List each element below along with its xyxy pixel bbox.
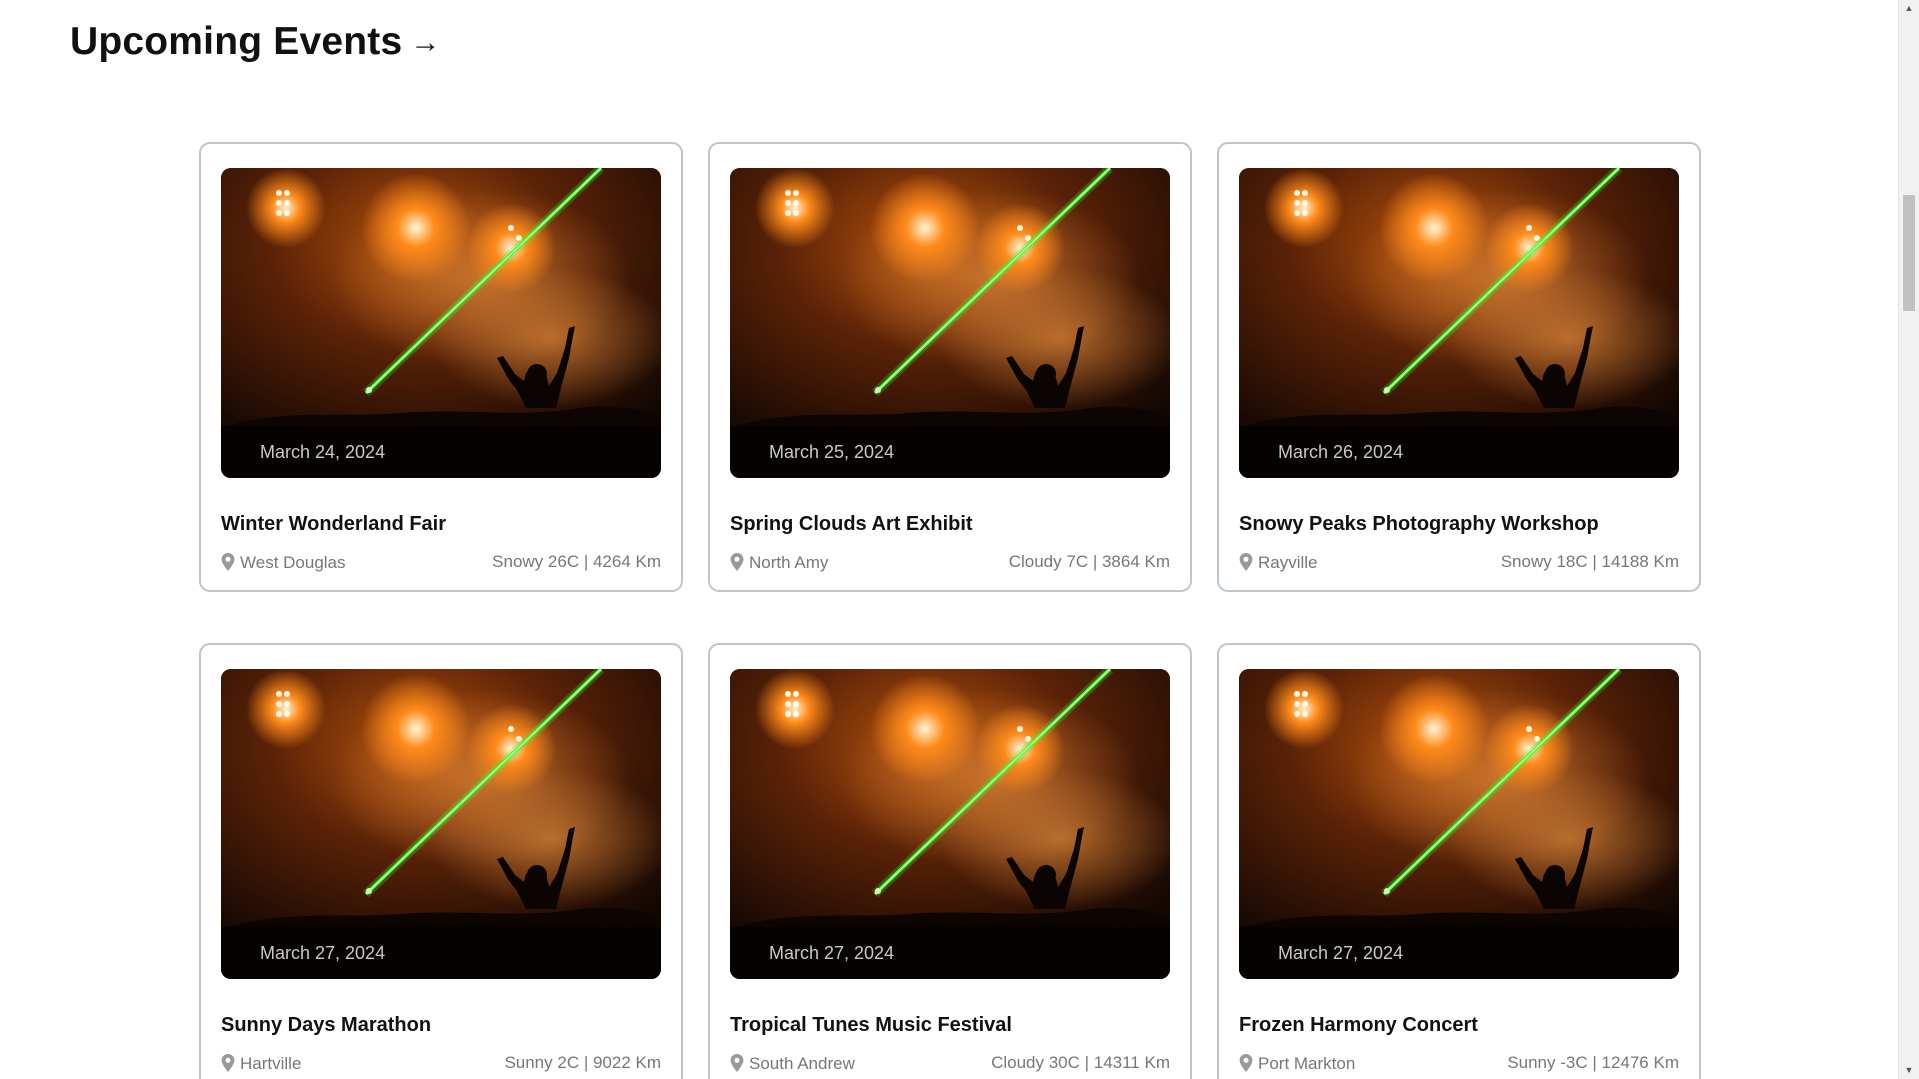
map-pin-icon	[730, 552, 744, 571]
event-image: March 25, 2024	[730, 168, 1170, 478]
vertical-scrollbar[interactable]: ▲ ▼	[1898, 0, 1919, 1079]
event-location-text: Hartville	[240, 1054, 302, 1073]
event-location: South Andrew	[730, 1051, 855, 1074]
map-pin-icon	[730, 1053, 744, 1072]
events-grid: March 24, 2024 Winter Wonderland Fair We…	[199, 142, 1701, 1079]
event-card[interactable]: March 25, 2024 Spring Clouds Art Exhibit…	[708, 142, 1192, 592]
event-card[interactable]: March 24, 2024 Winter Wonderland Fair We…	[199, 142, 683, 592]
event-image: March 27, 2024	[1239, 669, 1679, 979]
event-card[interactable]: March 27, 2024 Frozen Harmony Concert Po…	[1217, 643, 1701, 1079]
event-date-bar: March 27, 2024	[1239, 927, 1679, 979]
event-date-bar: March 27, 2024	[221, 927, 661, 979]
scroll-up-arrow[interactable]: ▲	[1899, 0, 1919, 17]
event-date: March 27, 2024	[1278, 942, 1404, 963]
event-date-bar: March 25, 2024	[730, 426, 1170, 478]
event-date-bar: March 24, 2024	[221, 426, 661, 478]
event-date: March 27, 2024	[769, 942, 895, 963]
event-card[interactable]: March 27, 2024 Tropical Tunes Music Fest…	[708, 643, 1192, 1079]
upcoming-events-heading-link[interactable]: Upcoming Events →	[70, 20, 440, 64]
event-location: Hartville	[221, 1051, 301, 1074]
event-date: March 27, 2024	[260, 942, 386, 963]
event-weather-distance: Snowy 26C | 4264 Km	[492, 551, 661, 571]
event-card[interactable]: March 26, 2024 Snowy Peaks Photography W…	[1217, 142, 1701, 592]
scrollbar-thumb[interactable]	[1903, 195, 1915, 311]
event-date-bar: March 26, 2024	[1239, 426, 1679, 478]
event-title: Frozen Harmony Concert	[1239, 1014, 1478, 1036]
map-pin-icon	[221, 1053, 235, 1072]
event-location-text: South Andrew	[749, 1054, 855, 1073]
event-card[interactable]: March 27, 2024 Sunny Days Marathon Hartv…	[199, 643, 683, 1079]
event-date: March 26, 2024	[1278, 441, 1404, 462]
event-title: Tropical Tunes Music Festival	[730, 1014, 1012, 1036]
event-title: Spring Clouds Art Exhibit	[730, 513, 973, 535]
event-location-text: Port Markton	[1258, 1054, 1356, 1073]
event-date-bar: March 27, 2024	[730, 927, 1170, 979]
event-title: Winter Wonderland Fair	[221, 513, 447, 535]
page-title: Upcoming Events	[70, 20, 403, 63]
event-location-text: West Douglas	[240, 553, 346, 572]
event-weather-distance: Cloudy 30C | 14311 Km	[991, 1052, 1170, 1072]
event-weather-distance: Cloudy 7C | 3864 Km	[1008, 551, 1170, 571]
event-title: Sunny Days Marathon	[221, 1014, 432, 1036]
event-title: Snowy Peaks Photography Workshop	[1239, 513, 1599, 535]
map-pin-icon	[1239, 1053, 1253, 1072]
event-weather-distance: Snowy 18C | 14188 Km	[1500, 551, 1679, 571]
event-location: West Douglas	[221, 550, 346, 573]
event-location: Rayville	[1239, 550, 1318, 573]
event-meta: North Amy Cloudy 7C | 3864 Km	[730, 550, 1170, 573]
event-image: March 26, 2024	[1239, 168, 1679, 478]
event-date: March 25, 2024	[769, 441, 895, 462]
event-image: March 27, 2024	[221, 669, 661, 979]
event-meta: South Andrew Cloudy 30C | 14311 Km	[730, 1051, 1170, 1074]
event-location-text: North Amy	[749, 553, 829, 572]
event-image: March 24, 2024	[221, 168, 661, 478]
map-pin-icon	[221, 552, 235, 571]
event-location-text: Rayville	[1258, 553, 1318, 572]
event-location: Port Markton	[1239, 1051, 1355, 1074]
scroll-down-arrow[interactable]: ▼	[1899, 1062, 1919, 1079]
page: Upcoming Events → March 24, 2024 Winter …	[0, 0, 1919, 1079]
event-meta: Rayville Snowy 18C | 14188 Km	[1239, 550, 1679, 573]
event-meta: Port Markton Sunny -3C | 12476 Km	[1239, 1051, 1679, 1074]
event-image: March 27, 2024	[730, 669, 1170, 979]
arrow-right-icon: →	[410, 26, 441, 59]
event-weather-distance: Sunny -3C | 12476 Km	[1507, 1052, 1679, 1072]
event-location: North Amy	[730, 550, 828, 573]
event-meta: Hartville Sunny 2C | 9022 Km	[221, 1051, 661, 1074]
events-section: Upcoming Events → March 24, 2024 Winter …	[0, 0, 1898, 1079]
map-pin-icon	[1239, 552, 1253, 571]
event-weather-distance: Sunny 2C | 9022 Km	[504, 1052, 661, 1072]
event-date: March 24, 2024	[260, 441, 386, 462]
event-meta: West Douglas Snowy 26C | 4264 Km	[221, 550, 661, 573]
